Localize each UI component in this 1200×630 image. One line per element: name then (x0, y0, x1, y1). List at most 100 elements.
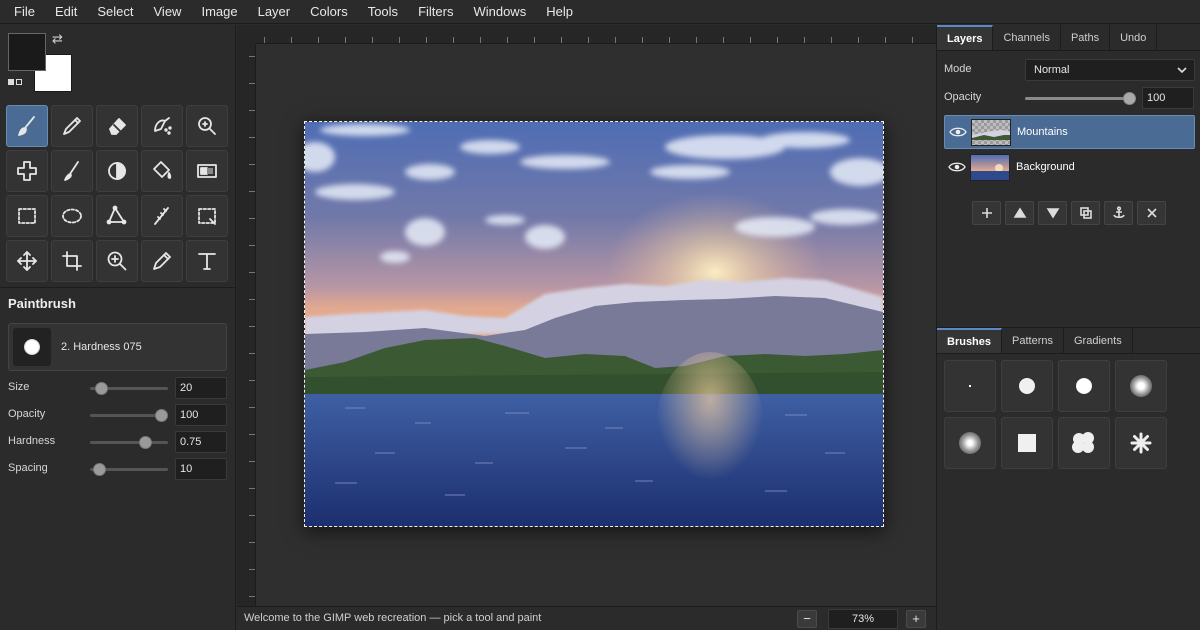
tab-patterns[interactable]: Patterns (1002, 328, 1064, 353)
menu-image[interactable]: Image (191, 0, 247, 24)
ruler-tick (264, 37, 265, 43)
brush-square[interactable] (1001, 417, 1053, 469)
crop-select-icon (198, 208, 216, 225)
tool-move[interactable] (6, 240, 48, 282)
ruler-tick (249, 488, 255, 489)
tool-gradient[interactable] (186, 150, 228, 192)
tool-options-title: Paintbrush (8, 296, 76, 311)
airbrush-icon (154, 117, 172, 135)
zoom-in-button[interactable]: + (906, 610, 926, 628)
delete-layer-button[interactable] (1137, 201, 1166, 225)
tool-paintbrush[interactable] (6, 105, 48, 147)
menu-help[interactable]: Help (536, 0, 583, 24)
tab-channels[interactable]: Channels (993, 25, 1061, 50)
layer-row-mountains[interactable]: Mountains (944, 115, 1195, 149)
eye-icon[interactable] (948, 161, 966, 173)
tool-airbrush[interactable] (141, 105, 183, 147)
horizontal-ruler[interactable] (256, 25, 936, 44)
new-layer-button[interactable] (972, 201, 1001, 225)
opacity-input[interactable]: 100 (175, 404, 227, 426)
size-input[interactable]: 20 (175, 377, 227, 399)
ruler-tick (426, 37, 427, 43)
ruler-tick (453, 37, 454, 43)
menu-tools[interactable]: Tools (358, 0, 408, 24)
menu-view[interactable]: View (144, 0, 192, 24)
lower-layer-button[interactable] (1038, 201, 1067, 225)
zoom-level-field[interactable]: 73% (828, 609, 898, 629)
tool-magnify[interactable] (96, 240, 138, 282)
spacing-input[interactable]: 10 (175, 458, 227, 480)
tool-free-select[interactable] (96, 195, 138, 237)
tool-text[interactable] (186, 240, 228, 282)
move-icon (17, 251, 37, 271)
raise-layer-button[interactable] (1005, 201, 1034, 225)
rect-select-icon (18, 208, 36, 224)
new-layer-icon (981, 208, 992, 218)
foreground-color-swatch[interactable] (8, 33, 46, 71)
tool-smudge[interactable] (51, 150, 93, 192)
brush-selector[interactable]: 2. Hardness 075 (8, 323, 227, 371)
tool-ellipse-select[interactable] (51, 195, 93, 237)
hardness-slider-knob[interactable] (139, 436, 152, 449)
brush-hard-small[interactable] (1001, 360, 1053, 412)
tool-pencil[interactable] (51, 105, 93, 147)
brush-hard-medium[interactable] (1058, 360, 1110, 412)
hardness-input[interactable]: 0.75 (175, 431, 227, 453)
menu-select[interactable]: Select (87, 0, 143, 24)
spacing-slider-knob[interactable] (93, 463, 106, 476)
brush-soft[interactable] (1115, 360, 1167, 412)
tool-fuzzy-select[interactable] (141, 195, 183, 237)
ruler-tick (804, 37, 805, 43)
brush-pixel[interactable] (944, 360, 996, 412)
tool-rect-select[interactable] (6, 195, 48, 237)
tab-undo[interactable]: Undo (1110, 25, 1158, 50)
reset-colors-icon[interactable] (8, 79, 22, 87)
menu-layer[interactable]: Layer (248, 0, 301, 24)
option-opacity: Opacity 100 (8, 404, 228, 426)
tool-crop[interactable] (51, 240, 93, 282)
size-slider-knob[interactable] (95, 382, 108, 395)
tool-crop-select[interactable] (186, 195, 228, 237)
tab-brushes[interactable]: Brushes (937, 328, 1003, 353)
layer-opacity-slider-track[interactable] (1025, 97, 1133, 100)
tool-heal[interactable] (6, 150, 48, 192)
swap-colors-icon[interactable]: ⇄ (52, 32, 66, 46)
zoom-out-button[interactable]: − (797, 610, 817, 628)
ruler-tick (885, 37, 886, 43)
layer-opacity-input[interactable]: 100 (1142, 87, 1194, 109)
eye-icon[interactable] (949, 126, 967, 138)
canvas-area[interactable] (237, 25, 936, 606)
ruler-tick (249, 596, 255, 597)
square-brush-icon (1018, 434, 1036, 452)
tool-paths[interactable] (141, 240, 183, 282)
menu-filters[interactable]: Filters (408, 0, 463, 24)
brush-cloud[interactable] (1058, 417, 1110, 469)
image-canvas[interactable] (304, 121, 884, 527)
brush-fuzzy[interactable] (944, 417, 996, 469)
layer-row-background[interactable]: Background (944, 151, 1195, 185)
tab-paths[interactable]: Paths (1061, 25, 1111, 50)
toolbox-divider (0, 287, 236, 288)
tool-eraser[interactable] (96, 105, 138, 147)
menu-file[interactable]: File (4, 0, 45, 24)
dodge-burn-icon (108, 162, 126, 180)
tool-dodge-burn[interactable] (96, 150, 138, 192)
menu-colors[interactable]: Colors (300, 0, 358, 24)
anchor-layer-button[interactable] (1104, 201, 1133, 225)
duplicate-layer-button[interactable] (1071, 201, 1100, 225)
hardness-slider-track[interactable] (90, 441, 168, 444)
mode-select[interactable]: Normal (1025, 59, 1195, 81)
tab-layers[interactable]: Layers (937, 25, 994, 50)
vertical-ruler[interactable] (237, 44, 256, 606)
hard-medium-brush-icon (1076, 378, 1092, 394)
menu-windows[interactable]: Windows (463, 0, 536, 24)
tool-zoom-select[interactable] (186, 105, 228, 147)
brush-star[interactable] (1115, 417, 1167, 469)
menu-edit[interactable]: Edit (45, 0, 87, 24)
opacity-slider-knob[interactable] (155, 409, 168, 422)
brush-name: 2. Hardness 075 (61, 341, 142, 353)
tab-gradients[interactable]: Gradients (1064, 328, 1133, 353)
layer-opacity-slider-knob[interactable] (1123, 92, 1136, 105)
ruler-tick (588, 37, 589, 43)
tool-bucket-fill[interactable] (141, 150, 183, 192)
